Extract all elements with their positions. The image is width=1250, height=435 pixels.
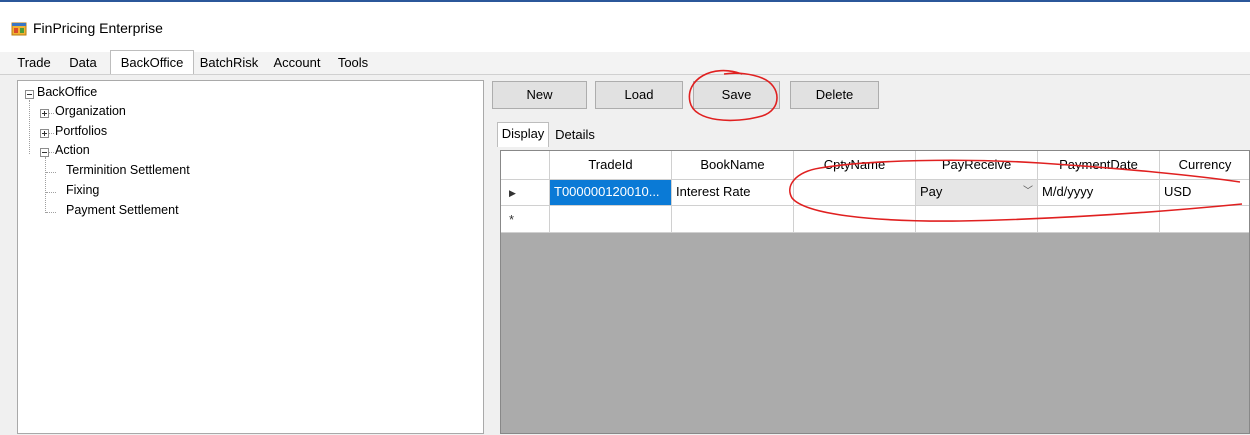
new-row-cell[interactable]	[672, 206, 794, 233]
tree-line	[46, 212, 56, 213]
tab-batchrisk[interactable]: BatchRisk	[194, 52, 264, 74]
backoffice-tree[interactable]: BackOffice Organization Portfolios Actio…	[17, 80, 484, 434]
tab-details[interactable]: Details	[550, 124, 600, 146]
column-header-currency[interactable]: Currency	[1160, 151, 1249, 180]
title-bar: FinPricing Enterprise	[0, 2, 1250, 52]
cell-currency[interactable]: USD	[1160, 180, 1249, 206]
app-window-icon	[11, 22, 27, 36]
cell-bookname[interactable]: Interest Rate	[672, 180, 794, 206]
tree-line	[46, 172, 56, 173]
tree-node-payment-settlement[interactable]: Payment Settlement	[66, 203, 179, 217]
tree-line	[49, 133, 54, 134]
tree-line	[49, 113, 54, 114]
cell-tradeid[interactable]: T000000120010...	[550, 180, 672, 206]
tab-account[interactable]: Account	[266, 52, 328, 74]
tree-node-fixing[interactable]: Fixing	[66, 183, 99, 197]
grid-corner-header	[501, 151, 550, 180]
trade-grid[interactable]: TradeId BookName CptyName PayReceive Pay…	[500, 150, 1250, 434]
tab-trade[interactable]: Trade	[12, 52, 56, 74]
tree-line	[49, 152, 54, 153]
tab-backoffice[interactable]: BackOffice	[110, 50, 194, 74]
row-indicator-icon[interactable]: ▶	[501, 180, 550, 206]
expand-icon[interactable]	[40, 129, 49, 138]
column-header-paymentdate[interactable]: PaymentDate	[1038, 151, 1160, 180]
column-header-bookname[interactable]: BookName	[672, 151, 794, 180]
new-row-cell[interactable]	[794, 206, 916, 233]
column-header-payreceive[interactable]: PayReceive	[916, 151, 1038, 180]
payreceive-selected-value: Pay	[920, 184, 943, 199]
new-row-cell[interactable]	[1160, 206, 1249, 233]
save-button[interactable]: Save	[693, 81, 780, 109]
new-row-indicator[interactable]: *	[501, 206, 550, 233]
new-row-cell[interactable]	[1038, 206, 1160, 233]
load-button[interactable]: Load	[595, 81, 683, 109]
cell-paymentdate[interactable]: M/d/yyyy	[1038, 180, 1160, 206]
column-header-tradeid[interactable]: TradeId	[550, 151, 672, 180]
tree-line	[45, 157, 46, 213]
collapse-icon[interactable]	[40, 148, 49, 157]
chevron-down-icon[interactable]: ﹀	[1021, 185, 1035, 199]
delete-button[interactable]: Delete	[790, 81, 879, 109]
tree-line	[46, 192, 56, 193]
new-row-cell[interactable]	[550, 206, 672, 233]
tree-node-portfolios[interactable]: Portfolios	[55, 124, 107, 138]
window-title: FinPricing Enterprise	[33, 20, 163, 36]
collapse-icon[interactable]	[25, 90, 34, 99]
new-button[interactable]: New	[492, 81, 587, 109]
expand-icon[interactable]	[40, 109, 49, 118]
tree-node-backoffice[interactable]: BackOffice	[37, 85, 97, 99]
tree-node-action[interactable]: Action	[55, 143, 90, 157]
new-row-cell[interactable]	[916, 206, 1038, 233]
tab-display[interactable]: Display	[497, 122, 549, 147]
column-header-cptyname[interactable]: CptyName	[794, 151, 916, 180]
tree-node-terminition-settlement[interactable]: Terminition Settlement	[66, 163, 190, 177]
tab-data[interactable]: Data	[62, 52, 104, 74]
tree-node-organization[interactable]: Organization	[55, 104, 126, 118]
cell-payreceive-dropdown[interactable]: Pay ﹀	[916, 180, 1038, 206]
tree-line	[29, 100, 30, 154]
tab-tools[interactable]: Tools	[330, 52, 376, 74]
cell-cptyname[interactable]	[794, 180, 916, 206]
